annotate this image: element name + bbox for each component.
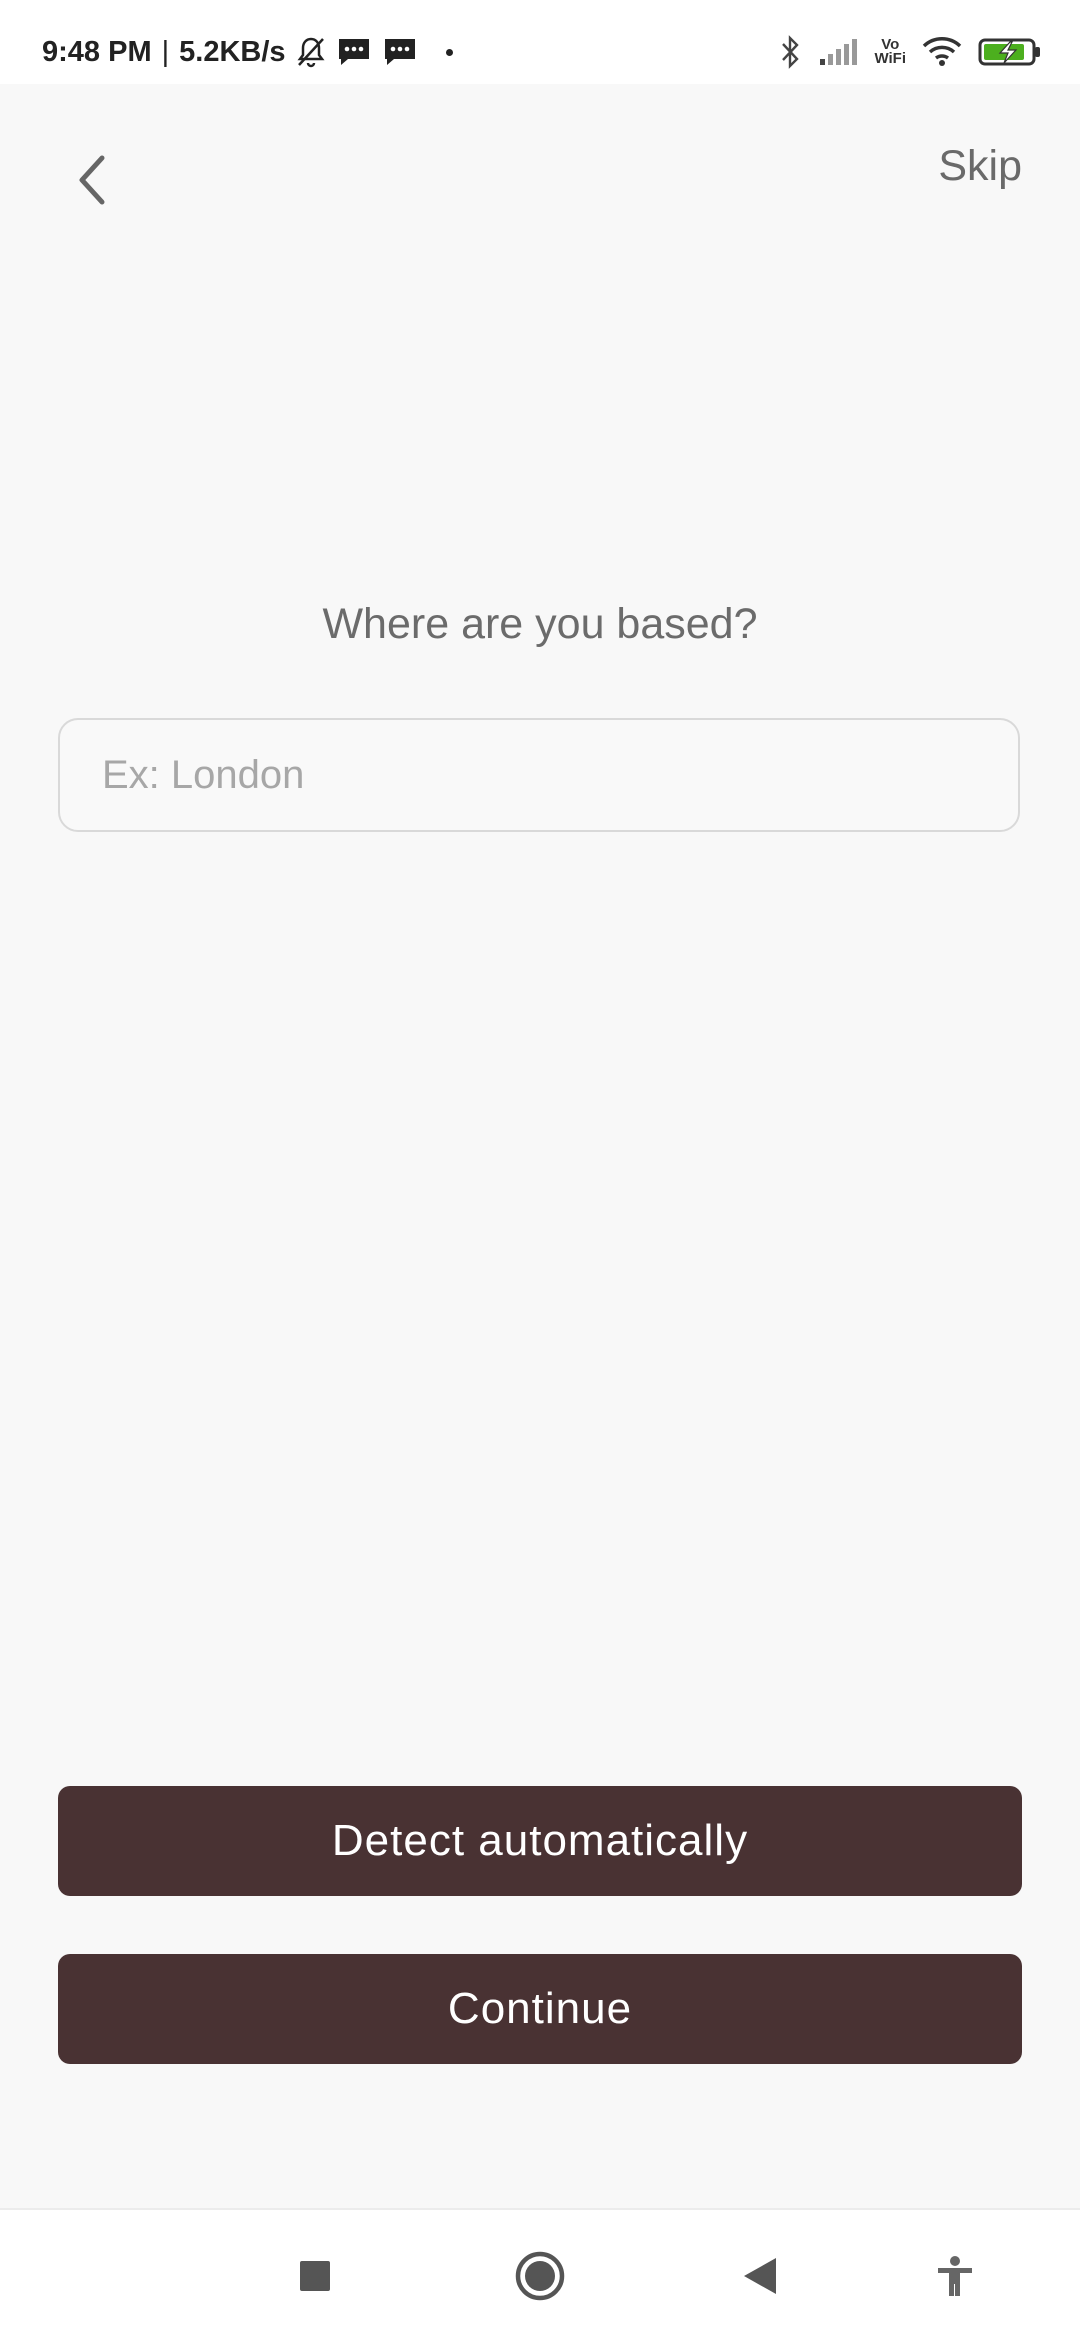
system-nav-bar — [0, 2208, 1080, 2342]
chevron-left-icon — [79, 155, 105, 205]
status-bar: 9:48 PM | 5.2KB/s Vo WiFi — [0, 0, 1080, 84]
home-circle-icon — [515, 2251, 565, 2301]
status-bar-right: Vo WiFi — [780, 30, 1042, 74]
message-icon — [382, 36, 418, 68]
skip-button[interactable]: Skip — [938, 142, 1022, 191]
status-separator: | — [161, 35, 170, 68]
signal-icon — [818, 37, 858, 67]
accessibility-button[interactable] — [930, 2210, 980, 2342]
back-nav-button[interactable] — [735, 2210, 785, 2342]
home-button[interactable] — [510, 2210, 570, 2342]
status-bar-left: 9:48 PM | 5.2KB/s — [42, 30, 453, 74]
detect-automatically-button[interactable]: Detect automatically — [58, 1786, 1022, 1896]
notification-dot — [445, 48, 453, 56]
mute-bell-icon — [296, 36, 326, 68]
battery-charging-icon — [978, 36, 1042, 68]
vowifi-indicator: Vo WiFi — [874, 37, 906, 67]
message-icon — [336, 36, 372, 68]
location-input[interactable] — [58, 718, 1020, 832]
vowifi-bottom: WiFi — [874, 50, 906, 67]
back-triangle-icon — [744, 2258, 776, 2294]
continue-button[interactable]: Continue — [58, 1954, 1022, 2064]
recents-button[interactable] — [280, 2210, 350, 2342]
back-button[interactable] — [62, 150, 122, 210]
network-speed: 5.2KB/s — [179, 35, 286, 68]
status-time: 9:48 PM — [42, 35, 152, 68]
recents-square-icon — [300, 2261, 330, 2291]
accessibility-icon — [938, 2256, 972, 2296]
wifi-icon — [922, 37, 962, 67]
bluetooth-icon — [780, 35, 802, 69]
page-title: Where are you based? — [322, 600, 758, 648]
